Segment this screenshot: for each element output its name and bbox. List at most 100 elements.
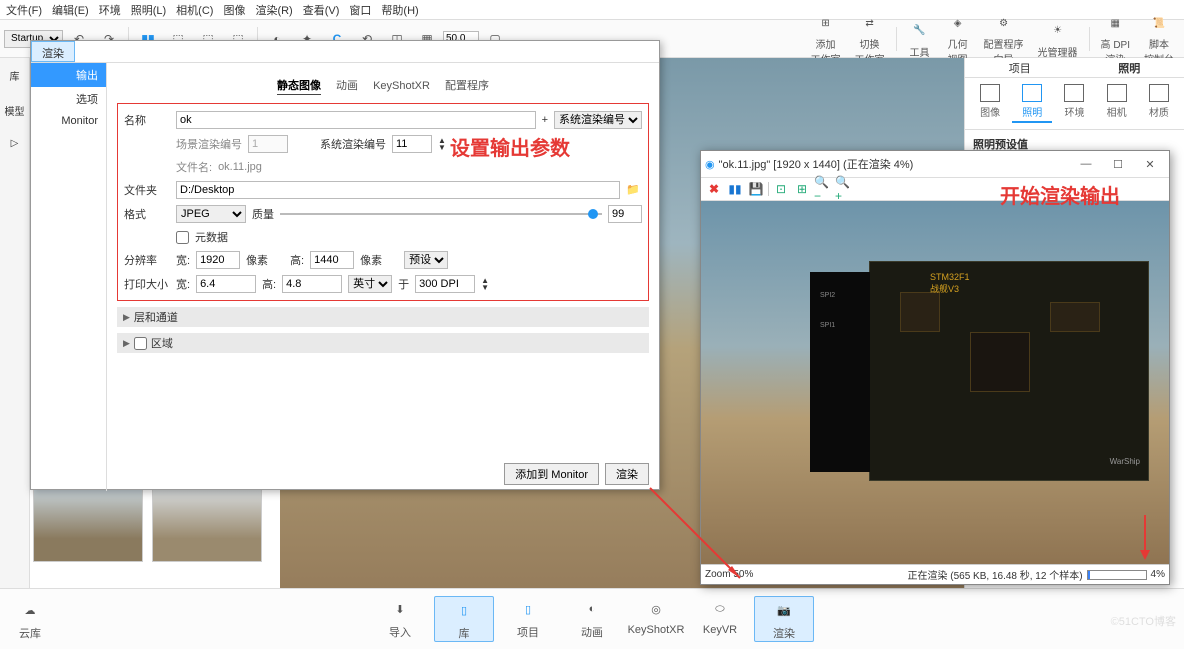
at-label: 于 [398, 276, 409, 292]
tab-project[interactable]: 项目 [965, 58, 1075, 77]
menu-edit[interactable]: 编辑(E) [52, 2, 89, 18]
quality-label: 质量 [252, 206, 274, 222]
print-width-input[interactable] [196, 275, 256, 293]
output-params-box: 名称 + 系统渲染编号 场景渲染编号 系统渲染编号 ▲▼ 文件名: [117, 103, 649, 301]
name-label: 名称 [124, 112, 170, 128]
zoom-in-icon[interactable]: 🔍+ [835, 180, 853, 198]
menu-window[interactable]: 窗口 [349, 2, 371, 18]
side-output[interactable]: 输出 [31, 63, 106, 87]
format-combo[interactable]: JPEG [176, 205, 246, 223]
fit-icon[interactable]: ⊡ [772, 180, 790, 198]
watermark: ©51CTO博客 [1111, 613, 1176, 629]
plus-btn[interactable]: + [542, 114, 548, 126]
height-input[interactable] [310, 251, 354, 269]
left-lib[interactable]: 库 [10, 68, 20, 83]
add-monitor-button[interactable]: 添加到 Monitor [504, 463, 599, 485]
left-panel: 库 模型 ▷ [0, 58, 30, 588]
separator [1089, 27, 1090, 51]
bottom-vr[interactable]: ⬭KeyVR [690, 596, 750, 642]
ribbon-lightmgr[interactable]: ☀光管理器 [1032, 19, 1084, 59]
menu-help[interactable]: 帮助(H) [381, 2, 418, 18]
tab-light[interactable]: 照明 [1075, 58, 1184, 77]
side-monitor[interactable]: Monitor [31, 111, 106, 131]
thumb-item[interactable] [152, 486, 262, 562]
preset-combo[interactable]: 预设 [404, 251, 448, 269]
render-status: 正在渲染 (565 KB, 16.48 秒, 12 个样本) [907, 567, 1082, 582]
left-icon[interactable]: ▷ [11, 138, 19, 149]
rp-camera[interactable]: 相机 [1097, 84, 1137, 123]
minimize-button[interactable]: — [1071, 154, 1101, 174]
bottom-lib[interactable]: ▯库 [434, 596, 494, 642]
actual-icon[interactable]: ⊞ [793, 180, 811, 198]
sys-num-label: 系统渲染编号 [320, 136, 386, 152]
save-icon[interactable]: 💾 [747, 180, 765, 198]
subtab-anim[interactable]: 动画 [336, 80, 358, 92]
region-checkbox[interactable] [134, 337, 147, 350]
progress-bar [1087, 570, 1147, 580]
folder-label: 文件夹 [124, 182, 170, 198]
bottom-import[interactable]: ⬇导入 [370, 596, 430, 642]
print-height-input[interactable] [282, 275, 342, 293]
h-label: 高: [290, 252, 304, 268]
menu-light[interactable]: 照明(L) [131, 2, 166, 18]
width-input[interactable] [196, 251, 240, 269]
render-preview-window: ◉"ok.11.jpg" [1920 x 1440] (正在渲染 4%) — ☐… [700, 150, 1170, 585]
dpi-input[interactable] [415, 275, 475, 293]
dialog-tab-render[interactable]: 渲染 [31, 41, 75, 62]
menu-view[interactable]: 查看(V) [303, 2, 340, 18]
render-button[interactable]: 渲染 [605, 463, 649, 485]
sys-num-combo[interactable]: 系统渲染编号 [554, 111, 642, 129]
render-dialog: 渲染 输出 选项 Monitor 静态图像 动画 KeyShotXR 配置程序 … [30, 40, 660, 490]
res-label: 分辨率 [124, 252, 170, 268]
menu-camera[interactable]: 相机(C) [176, 2, 213, 18]
filename-value: ok.11.jpg [218, 161, 262, 173]
scene-num-input [248, 135, 288, 153]
bottom-toolbar: ☁云库 ⬇导入 ▯库 ▯项目 ◐动画 ◎KeyShotXR ⬭KeyVR 📷渲染 [0, 588, 1184, 649]
quality-slider[interactable] [280, 213, 602, 215]
pw-label: 宽: [176, 276, 190, 292]
subtab-xr[interactable]: KeyShotXR [373, 80, 430, 92]
folder-input[interactable] [176, 181, 620, 199]
bottom-cloud[interactable]: ☁云库 [0, 597, 60, 641]
metadata-checkbox[interactable] [176, 231, 189, 244]
rp-material[interactable]: 材质 [1139, 84, 1179, 123]
quality-value[interactable] [608, 205, 642, 223]
format-label: 格式 [124, 206, 170, 222]
app-icon: ◉ [705, 158, 715, 171]
rp-image[interactable]: 图像 [970, 84, 1010, 123]
dialog-subtabs: 静态图像 动画 KeyShotXR 配置程序 [117, 71, 649, 103]
layers-section[interactable]: ▶层和通道 [117, 307, 649, 327]
thumb-item[interactable] [33, 486, 143, 562]
menu-render[interactable]: 渲染(R) [255, 2, 292, 18]
rp-light[interactable]: 照明 [1012, 84, 1052, 123]
subtab-config[interactable]: 配置程序 [445, 80, 489, 92]
print-label: 打印大小 [124, 276, 170, 292]
left-model[interactable]: 模型 [5, 103, 25, 118]
px-label: 像素 [246, 252, 268, 268]
side-options[interactable]: 选项 [31, 87, 106, 111]
stop-icon[interactable]: ✖ [705, 180, 723, 198]
spinner-icon[interactable]: ▲▼ [481, 277, 489, 291]
sys-num-input[interactable] [392, 135, 432, 153]
pause-icon[interactable]: ▮▮ [726, 180, 744, 198]
filename-label: 文件名: [176, 159, 212, 175]
zoom-out-icon[interactable]: 🔍− [814, 180, 832, 198]
menu-image[interactable]: 图像 [223, 2, 245, 18]
separator [896, 27, 897, 51]
bottom-xr[interactable]: ◎KeyShotXR [626, 596, 686, 642]
subtab-still[interactable]: 静态图像 [277, 80, 321, 95]
bottom-project[interactable]: ▯项目 [498, 596, 558, 642]
bottom-render[interactable]: 📷渲染 [754, 596, 814, 642]
bottom-anim[interactable]: ◐动画 [562, 596, 622, 642]
maximize-button[interactable]: ☐ [1103, 154, 1133, 174]
close-button[interactable]: ✕ [1135, 154, 1165, 174]
menu-file[interactable]: 文件(F) [6, 2, 42, 18]
name-input[interactable] [176, 111, 536, 129]
ribbon-tools[interactable]: 🔧工具 [902, 19, 938, 59]
spinner-icon[interactable]: ▲▼ [438, 137, 446, 151]
rp-env[interactable]: 环境 [1054, 84, 1094, 123]
unit-combo[interactable]: 英寸 [348, 275, 392, 293]
menu-env[interactable]: 环境 [99, 2, 121, 18]
region-section[interactable]: ▶区域 [117, 333, 649, 353]
folder-browse-icon[interactable]: 📁 [626, 183, 642, 197]
